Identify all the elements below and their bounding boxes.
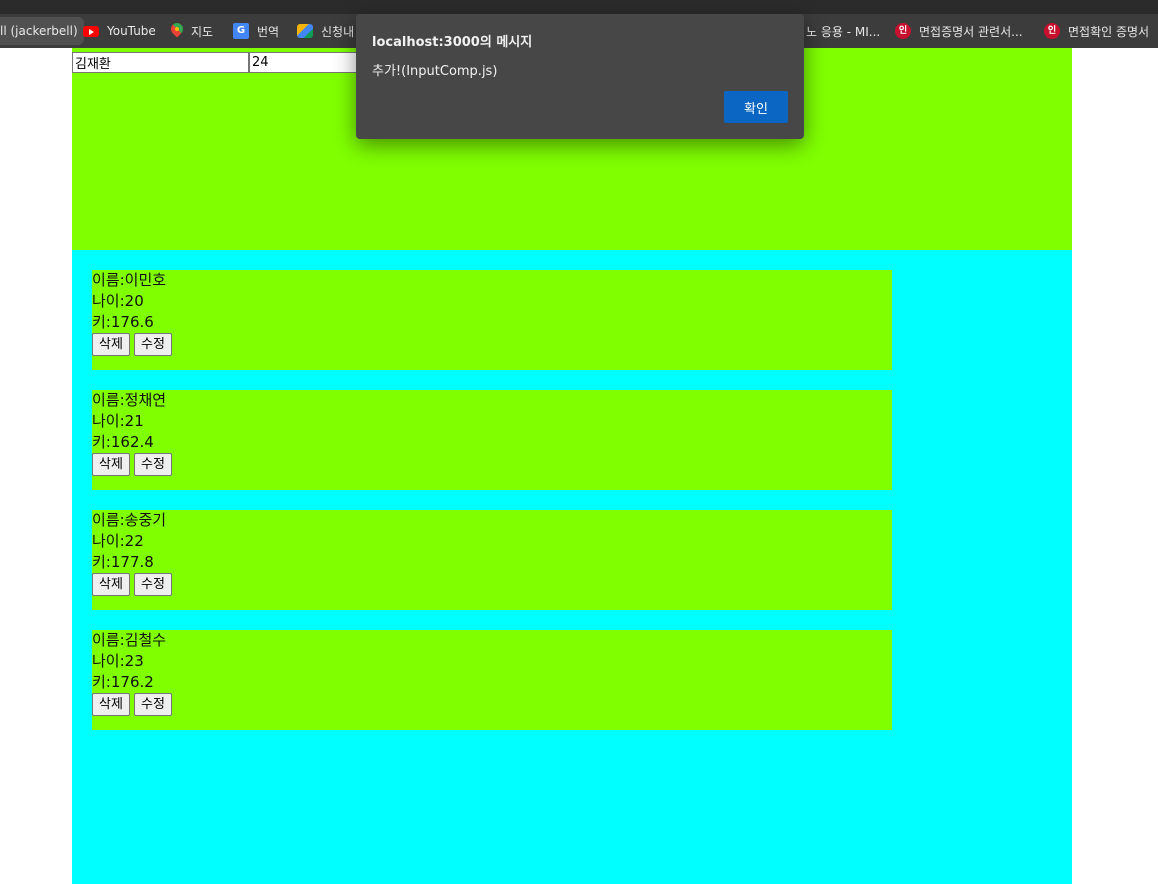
edit-button[interactable]: 수정 bbox=[134, 453, 172, 476]
ok-button[interactable]: 확인 bbox=[724, 91, 788, 123]
app-icon bbox=[297, 24, 313, 38]
person-list: 이름:이민호 나이:20 키:176.6 삭제 수정 이름:정채연 나이:21 … bbox=[72, 250, 1072, 884]
edit-button[interactable]: 수정 bbox=[134, 333, 172, 356]
delete-button[interactable]: 삭제 bbox=[92, 573, 130, 596]
bookmark-translate[interactable]: G 번역 bbox=[233, 14, 279, 48]
youtube-icon bbox=[83, 25, 99, 37]
person-card: 이름:이민호 나이:20 키:176.6 삭제 수정 bbox=[92, 270, 892, 370]
bookmark-label: ll (jackerbell) bbox=[0, 24, 78, 38]
person-height: 키:177.8 bbox=[92, 553, 154, 571]
person-age: 나이:23 bbox=[92, 652, 144, 670]
seal-icon: 인 bbox=[895, 23, 911, 39]
delete-button[interactable]: 삭제 bbox=[92, 333, 130, 356]
person-height: 키:176.6 bbox=[92, 313, 154, 331]
person-card: 이름:정채연 나이:21 키:162.4 삭제 수정 bbox=[92, 390, 892, 490]
person-height: 키:162.4 bbox=[92, 433, 154, 451]
browser-top-strip bbox=[0, 0, 1158, 14]
person-name: 이름:송중기 bbox=[92, 511, 167, 529]
bookmark-label: YouTube bbox=[107, 24, 156, 38]
bookmark-jackerbell[interactable]: ll (jackerbell) bbox=[0, 17, 84, 45]
person-age: 나이:22 bbox=[92, 532, 144, 550]
age-input[interactable] bbox=[249, 52, 369, 73]
name-input[interactable] bbox=[72, 52, 249, 73]
bookmark-mi[interactable]: 노 응용 - MI... bbox=[806, 14, 880, 48]
person-age: 나이:20 bbox=[92, 292, 144, 310]
person-age: 나이:21 bbox=[92, 412, 144, 430]
bookmark-label: 노 응용 - MI... bbox=[806, 24, 881, 39]
dialog-message: 추가!(InputComp.js) bbox=[372, 64, 498, 79]
maps-icon bbox=[168, 20, 186, 39]
bookmark-label: 신청내 bbox=[321, 24, 355, 39]
bookmark-label: 번역 bbox=[257, 24, 280, 39]
person-card: 이름:송중기 나이:22 키:177.8 삭제 수정 bbox=[92, 510, 892, 610]
bookmark-label: 면접확인 증명서 bbox=[1068, 24, 1150, 39]
alert-dialog: localhost:3000의 메시지 추가!(InputComp.js) 확인 bbox=[356, 14, 804, 139]
person-height: 키:176.2 bbox=[92, 673, 154, 691]
person-name: 이름:이민호 bbox=[92, 271, 167, 289]
bookmark-maps[interactable]: 지도 bbox=[168, 14, 214, 48]
bookmark-label: 지도 bbox=[191, 24, 214, 39]
bookmark-application[interactable]: 신청내 bbox=[297, 14, 354, 48]
dialog-title: localhost:3000의 메시지 bbox=[372, 35, 533, 50]
edit-button[interactable]: 수정 bbox=[134, 693, 172, 716]
bookmark-interview-cert-docs[interactable]: 인 면접증명서 관련서... bbox=[895, 14, 1023, 48]
seal-icon: 인 bbox=[1044, 23, 1060, 39]
person-card: 이름:김철수 나이:23 키:176.2 삭제 수정 bbox=[92, 630, 892, 730]
translate-icon: G bbox=[233, 23, 249, 39]
app-page: 이름:이민호 나이:20 키:176.6 삭제 수정 이름:정채연 나이:21 … bbox=[72, 48, 1072, 884]
bookmark-youtube[interactable]: YouTube bbox=[83, 14, 156, 48]
bookmark-interview-cert[interactable]: 인 면접확인 증명서 bbox=[1044, 14, 1149, 48]
edit-button[interactable]: 수정 bbox=[134, 573, 172, 596]
delete-button[interactable]: 삭제 bbox=[92, 693, 130, 716]
person-name: 이름:정채연 bbox=[92, 391, 167, 409]
delete-button[interactable]: 삭제 bbox=[92, 453, 130, 476]
bookmark-label: 면접증명서 관련서... bbox=[919, 24, 1023, 39]
person-name: 이름:김철수 bbox=[92, 631, 167, 649]
